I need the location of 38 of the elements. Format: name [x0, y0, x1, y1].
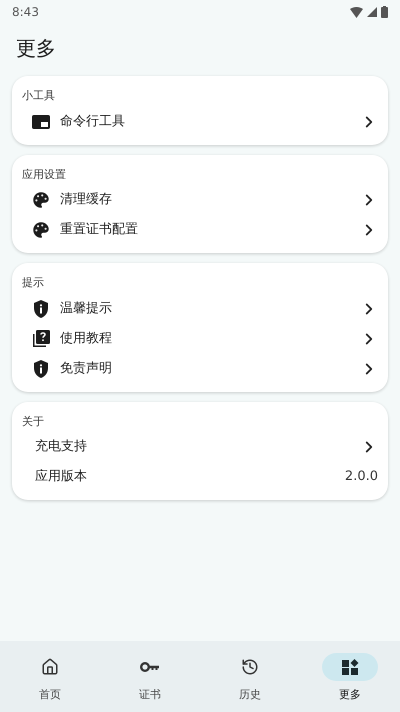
- section-header: 应用设置: [22, 166, 67, 182]
- item-label: 重置证书配置: [60, 221, 139, 240]
- shield-info-icon: [31, 358, 51, 378]
- page-title: 更多: [15, 35, 57, 62]
- item-label: 免责声明: [60, 360, 113, 378]
- battery-icon: [381, 6, 388, 18]
- section-header: 关于: [22, 414, 45, 430]
- wifi-icon: [350, 6, 363, 18]
- item-label: 清理缓存: [60, 191, 113, 210]
- settings-item[interactable]: 免责声明: [22, 354, 378, 384]
- palette-icon: [31, 190, 51, 210]
- item-label: 温馨提示: [60, 300, 113, 318]
- settings-item[interactable]: 清理缓存: [22, 185, 378, 215]
- item-label: 命令行工具: [60, 112, 126, 131]
- nav-tab[interactable]: 首页: [0, 653, 100, 704]
- home-icon: [41, 658, 59, 676]
- shield-info-icon: [31, 298, 51, 318]
- nav-tab[interactable]: 更多: [300, 653, 400, 704]
- item-label: 充电支持: [35, 438, 88, 456]
- nav-tab[interactable]: 证书: [100, 653, 200, 704]
- nav-tab[interactable]: 历史: [200, 653, 300, 704]
- settings-item[interactable]: 温馨提示: [22, 294, 378, 324]
- history-icon: [241, 658, 259, 676]
- item-label: 应用版本: [35, 468, 88, 486]
- settings-item[interactable]: 充电支持: [22, 432, 378, 462]
- item-label: 使用教程: [60, 330, 113, 348]
- settings-item[interactable]: 命令行工具: [22, 106, 378, 136]
- section-header: 小工具: [22, 88, 56, 104]
- help-library-icon: [31, 328, 51, 348]
- signal-icon: [367, 7, 377, 17]
- status-time: 8:43: [12, 4, 39, 21]
- palette-icon: [31, 220, 51, 240]
- key-icon: [140, 661, 160, 673]
- settings-item[interactable]: 重置证书配置: [22, 215, 378, 245]
- widgets-icon: [340, 657, 360, 677]
- settings-item[interactable]: 使用教程: [22, 324, 378, 354]
- item-value: 2.0.0: [344, 468, 378, 486]
- section-header: 提示: [22, 275, 45, 291]
